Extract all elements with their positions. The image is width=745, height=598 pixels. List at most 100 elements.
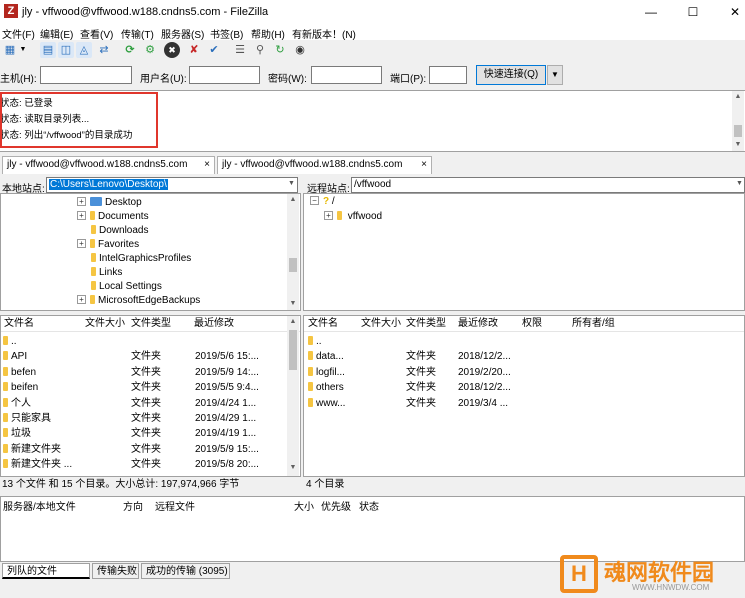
tab-connection-2[interactable]: jly - vffwood@vffwood.w188.cndns5.com × [217, 156, 432, 174]
menu-help[interactable]: 帮助(H) [251, 26, 285, 41]
cancel-icon[interactable]: ✖ [164, 42, 180, 58]
tab-successful-transfers[interactable]: 成功的传输 (3095) [141, 563, 230, 579]
file-modified: 2019/5/8 20:... [195, 457, 259, 472]
menu-bookmarks[interactable]: 书签(B) [210, 26, 243, 41]
queue-header-remote-file[interactable]: 远程文件 [155, 500, 195, 516]
tab-failed-transfers[interactable]: 传输失败 [92, 563, 139, 579]
queue-header-priority[interactable]: 优先级 [321, 500, 351, 516]
scroll-up-icon[interactable]: ▲ [732, 91, 744, 103]
tree-item-links[interactable]: Links [91, 266, 122, 280]
toggle-queue-icon[interactable]: ⇄ [96, 42, 112, 58]
remote-path-dropdown-icon[interactable]: ▼ [736, 180, 743, 187]
log-scrollbar[interactable]: ▲ ▼ [732, 91, 744, 151]
queue-header-size[interactable]: 大小 [294, 500, 314, 516]
toggle-remote-tree-icon[interactable]: ◬ [76, 42, 92, 58]
expand-icon[interactable]: + [77, 211, 86, 220]
menu-file[interactable]: 文件(F) [2, 26, 35, 41]
collapse-icon[interactable]: − [310, 196, 319, 205]
file-type: 文件夹 [406, 349, 436, 364]
column-header-modified[interactable]: 最近修改 [458, 316, 498, 332]
queue-header-direction[interactable]: 方向 [123, 500, 143, 516]
scroll-down-icon[interactable]: ▼ [287, 298, 299, 310]
tab-connection-1[interactable]: jly - vffwood@vffwood.w188.cndns5.com × [2, 156, 215, 174]
scroll-down-icon[interactable]: ▼ [732, 139, 744, 151]
site-manager-dropdown-icon[interactable]: ▼ [18, 42, 28, 58]
column-header-permissions[interactable]: 权限 [522, 316, 542, 332]
folder-icon [91, 225, 96, 234]
column-header-filesize[interactable]: 文件大小 [85, 316, 125, 332]
column-header-filetype[interactable]: 文件类型 [406, 316, 446, 332]
filter-icon[interactable]: ☰ [232, 42, 248, 58]
search-icon[interactable]: ⚲ [252, 42, 268, 58]
scroll-thumb[interactable] [289, 258, 297, 272]
user-input[interactable] [189, 66, 260, 84]
tree-item-intelgraphicsprofiles[interactable]: IntelGraphicsProfiles [91, 252, 191, 266]
column-header-filename[interactable]: 文件名 [4, 316, 34, 332]
tree-item-local-settings[interactable]: Local Settings [91, 280, 162, 294]
refresh-icon[interactable]: ⟳ [122, 42, 138, 58]
quickconnect-button[interactable]: 快速连接(Q) [476, 65, 546, 85]
expand-icon[interactable]: + [77, 295, 86, 304]
folder-icon [337, 211, 342, 220]
quickconnect-dropdown-icon[interactable]: ▼ [547, 65, 563, 85]
scroll-thumb[interactable] [289, 330, 297, 370]
reconnect-icon[interactable]: ✔ [206, 42, 222, 58]
column-header-filesize[interactable]: 文件大小 [361, 316, 401, 332]
toggle-local-tree-icon[interactable]: ◫ [58, 42, 74, 58]
process-queue-icon[interactable]: ⚙ [142, 42, 158, 58]
tree-item-microsoftedgebackups[interactable]: +MicrosoftEdgeBackups [77, 294, 200, 308]
local-path-dropdown-icon[interactable]: ▼ [288, 180, 295, 187]
queue-header-server-local-file[interactable]: 服务器/本地文件 [3, 500, 76, 516]
tab-label: jly - vffwood@vffwood.w188.cndns5.com [7, 159, 187, 170]
close-icon[interactable]: ✕ [712, 0, 745, 24]
menu-server[interactable]: 服务器(S) [161, 26, 204, 41]
tree-item-documents[interactable]: +Documents [77, 210, 149, 224]
file-name: www... [316, 398, 345, 409]
local-list-scrollbar[interactable]: ▲ ▼ [287, 316, 299, 476]
unknown-folder-icon: ? [323, 196, 329, 207]
scroll-up-icon[interactable]: ▲ [287, 194, 299, 206]
column-header-filename[interactable]: 文件名 [308, 316, 338, 332]
tree-item-desktop[interactable]: +Desktop [77, 196, 142, 210]
scroll-down-icon[interactable]: ▼ [287, 462, 299, 474]
menu-new-version[interactable]: 有新版本！(N) [292, 26, 356, 41]
remote-path-input[interactable]: /vffwood [351, 177, 745, 193]
disconnect-icon[interactable]: ✘ [186, 42, 202, 58]
toggle-log-icon[interactable]: ▤ [40, 42, 56, 58]
local-tree-scrollbar[interactable]: ▲ ▼ [287, 194, 299, 310]
tree-item-label: Favorites [98, 239, 139, 250]
tab-close-icon[interactable]: × [204, 157, 210, 173]
column-header-filetype[interactable]: 文件类型 [131, 316, 171, 332]
tree-item-root[interactable]: −? / [310, 195, 335, 209]
tab-queued-files[interactable]: 列队的文件 [2, 563, 90, 579]
tree-item-favorites[interactable]: + Favorites [77, 238, 139, 252]
menu-transfer[interactable]: 传输(T) [121, 26, 154, 41]
queue-header-status[interactable]: 状态 [359, 500, 379, 516]
file-name-cell: 新建文件夹 ... [3, 457, 72, 472]
expand-icon[interactable]: + [77, 197, 86, 206]
file-modified: 2018/12/2... [458, 380, 511, 395]
host-input[interactable] [40, 66, 132, 84]
column-header-owner[interactable]: 所有者/组 [572, 316, 615, 332]
menu-view[interactable]: 查看(V) [80, 26, 113, 41]
scroll-up-icon[interactable]: ▲ [287, 316, 299, 328]
file-type: 文件夹 [131, 349, 161, 364]
minimize-icon[interactable]: — [628, 0, 674, 24]
menu-edit[interactable]: 编辑(E) [40, 26, 73, 41]
local-path-input[interactable]: C:\Users\Lenovo\Desktop\ [46, 177, 298, 193]
expand-icon[interactable]: + [324, 211, 333, 220]
column-header-modified[interactable]: 最近修改 [194, 316, 234, 332]
maximize-icon[interactable]: ☐ [670, 0, 716, 24]
tab-close-icon[interactable]: × [421, 157, 427, 173]
binoculars-icon[interactable]: ◉ [292, 42, 308, 58]
tree-item-vffwood[interactable]: + vffwood [324, 210, 382, 224]
tree-item-downloads[interactable]: Downloads [91, 224, 148, 238]
folder-icon [91, 253, 96, 262]
site-manager-icon[interactable]: ▦ [2, 42, 18, 58]
sync-browse-icon[interactable]: ↻ [272, 42, 288, 58]
scroll-thumb[interactable] [734, 125, 742, 137]
port-input[interactable] [429, 66, 467, 84]
folder-icon [3, 336, 8, 345]
expand-icon[interactable]: + [77, 239, 86, 248]
password-input[interactable] [311, 66, 382, 84]
